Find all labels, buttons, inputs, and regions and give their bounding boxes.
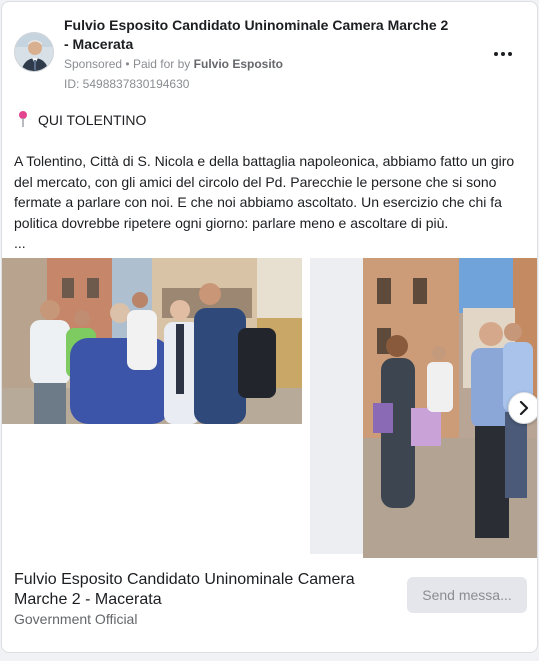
- send-message-button[interactable]: Send messa...: [407, 577, 527, 613]
- footer-page-name[interactable]: Fulvio Esposito Candidato Uninominale Ca…: [14, 570, 374, 610]
- post-headline: QUI TOLENTINO: [16, 110, 146, 130]
- pin-icon: [19, 111, 27, 127]
- ad-header: Fulvio Esposito Candidato Uninominale Ca…: [14, 14, 525, 94]
- paid-for-prefix: Paid for by: [132, 57, 191, 71]
- avatar-image: [15, 33, 53, 71]
- post-text: A Tolentino, Città di S. Nicola e della …: [14, 153, 515, 231]
- chevron-right-icon: [519, 401, 529, 415]
- sponsored-meta: Sponsored • Paid for by Fulvio Esposito: [64, 56, 283, 72]
- sponsored-label: Sponsored: [64, 57, 123, 71]
- avatar[interactable]: [14, 32, 54, 72]
- ad-card: Fulvio Esposito Candidato Uninominale Ca…: [1, 1, 538, 653]
- ad-id: ID: 5498837830194630: [64, 77, 190, 91]
- see-more[interactable]: ...: [14, 233, 26, 253]
- headline-text: QUI TOLENTINO: [38, 112, 147, 128]
- more-options-icon[interactable]: [489, 44, 517, 64]
- market-group-photo: [2, 258, 302, 424]
- page-name[interactable]: Fulvio Esposito Candidato Uninominale Ca…: [64, 16, 454, 54]
- carousel-next-button[interactable]: [508, 392, 537, 424]
- footer-category: Government Official: [14, 611, 138, 627]
- payer-name: Fulvio Esposito: [193, 57, 283, 71]
- separator-dot: •: [125, 57, 133, 71]
- image-carousel: [2, 258, 537, 558]
- carousel-image-1[interactable]: [2, 258, 302, 424]
